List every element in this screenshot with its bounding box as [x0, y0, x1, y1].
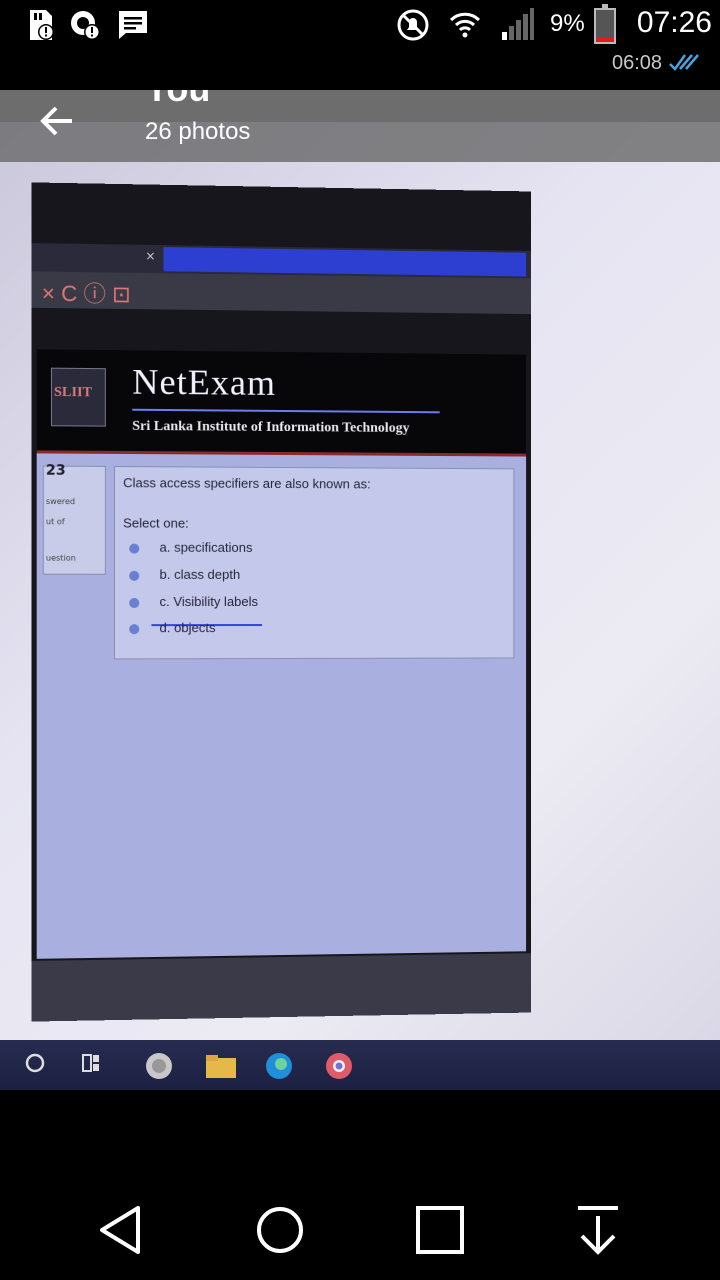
institute-name: Sri Lanka Institute of Information Techn…	[132, 418, 410, 436]
title-rule	[132, 408, 440, 414]
info-line: ut of	[45, 517, 65, 527]
arrow-left-icon[interactable]	[30, 94, 84, 148]
info-line: swered	[45, 496, 76, 507]
question-box: Class access specifiers are also known a…	[113, 465, 515, 660]
double-check-icon	[669, 54, 699, 71]
windows-taskbar	[0, 1040, 720, 1090]
recents-square-icon[interactable]	[410, 1200, 470, 1260]
info-line: uestion	[45, 553, 76, 563]
navigation-bar	[0, 1180, 720, 1280]
edge-icon	[266, 1053, 292, 1079]
message-time: 06:08	[612, 52, 663, 74]
netexam-header: SLIIT NetExam Sri Lanka Institute of Inf…	[36, 349, 527, 457]
signal-icon	[502, 8, 534, 40]
option-d: d. objects	[129, 620, 216, 635]
chrome-icon	[326, 1053, 352, 1079]
message-icon	[119, 11, 147, 39]
toolbar-glyphs: × C ⓘ ⊡	[41, 280, 131, 308]
file-explorer-icon	[206, 1055, 236, 1078]
option-c: c. Visibility labels	[129, 594, 258, 609]
status-bar: 9% 07:26 06:08	[0, 0, 720, 90]
do-not-disturb-icon	[397, 9, 429, 41]
battery-icon	[594, 4, 616, 44]
radio-icon	[129, 597, 140, 608]
radio-icon	[129, 543, 140, 554]
quiz-content: 23 swered ut of uestion Class access spe…	[36, 453, 527, 959]
viewer-title: You	[145, 90, 210, 110]
viewer-app-bar: You 26 photos	[0, 90, 720, 162]
download-arrow-icon[interactable]	[568, 1200, 628, 1260]
radio-icon	[129, 570, 140, 581]
viewer-subtitle: 26 photos	[145, 118, 251, 145]
task-view-icon	[82, 1054, 99, 1072]
radio-icon	[129, 623, 140, 634]
option-b: b. class depth	[129, 567, 240, 582]
wifi-icon	[449, 12, 481, 38]
question-number: 23	[45, 462, 66, 479]
photo-view[interactable]: You 26 photos × × C ⓘ ⊡ SLIIT NetExam Sr…	[0, 90, 720, 1090]
option-a: a. specifications	[129, 540, 252, 555]
cortana-circle-icon	[25, 1053, 45, 1073]
browser-globe-icon	[146, 1053, 172, 1079]
question-text: Class access specifiers are also known a…	[123, 475, 371, 492]
sd-card-alert-icon	[30, 10, 54, 40]
browser-toolbar: × C ⓘ ⊡	[31, 271, 531, 315]
monitor-screen: × × C ⓘ ⊡ SLIIT NetExam Sri Lanka Instit…	[31, 182, 531, 1022]
site-title: NetExam	[132, 361, 276, 403]
battery-percent: 9%	[550, 10, 585, 37]
home-circle-icon[interactable]	[250, 1200, 310, 1260]
monitor-bezel	[31, 953, 531, 1022]
clock: 07:26	[636, 6, 712, 39]
select-one-label: Select one:	[123, 515, 189, 531]
browser-tab	[163, 247, 527, 277]
back-triangle-icon[interactable]	[92, 1200, 152, 1260]
close-tab-icon: ×	[145, 248, 156, 264]
question-info-box: 23 swered ut of uestion	[42, 462, 106, 575]
sliit-logo: SLIIT	[50, 367, 106, 427]
sync-alert-icon	[71, 11, 100, 40]
